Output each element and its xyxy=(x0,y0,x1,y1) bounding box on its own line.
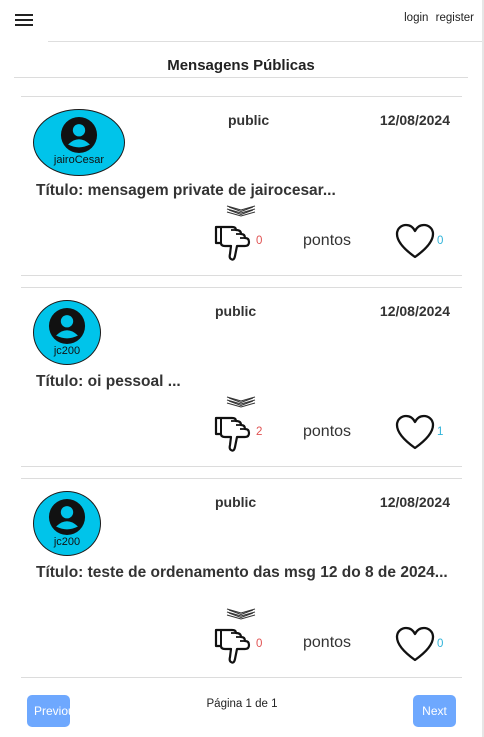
like-count: 0 xyxy=(437,638,444,650)
hamburger-menu-icon[interactable] xyxy=(15,11,33,27)
dislike-count: 2 xyxy=(256,426,263,438)
like-count: 1 xyxy=(437,426,444,438)
points-label: pontos xyxy=(303,423,352,440)
message-card: jairoCesar public 12/08/2024 Título: men… xyxy=(21,96,462,276)
chevron-expand-icon[interactable] xyxy=(225,204,257,218)
page-indicator: Página 1 de 1 xyxy=(206,698,278,710)
avatar[interactable]: jc200 xyxy=(33,491,101,556)
thumbs-down-icon[interactable] xyxy=(214,412,256,454)
chevron-expand-icon[interactable] xyxy=(225,395,257,409)
thumbs-down-icon[interactable] xyxy=(214,221,256,263)
points-label: pontos xyxy=(303,232,352,249)
register-link[interactable]: register xyxy=(436,12,474,24)
like-count: 0 xyxy=(437,235,444,247)
visibility-label: public xyxy=(215,494,257,510)
message-card: jc200 public 12/08/2024 Título: oi pesso… xyxy=(21,287,462,467)
page: login register Mensagens Públicas jairoC… xyxy=(0,0,484,737)
message-date: 12/08/2024 xyxy=(379,303,450,319)
next-button[interactable]: Next xyxy=(413,695,456,727)
avatar-username: jc200 xyxy=(53,536,81,548)
avatar[interactable]: jc200 xyxy=(33,300,101,365)
message-date: 12/08/2024 xyxy=(379,112,450,128)
chevron-expand-icon[interactable] xyxy=(225,607,257,621)
message-date: 12/08/2024 xyxy=(379,494,450,510)
message-card: jc200 public 12/08/2024 Título: teste de… xyxy=(21,478,462,678)
message-title[interactable]: Título: oi pessoal ... xyxy=(36,372,450,391)
avatar-username: jairoCesar xyxy=(53,154,105,166)
avatar-username: jc200 xyxy=(53,345,81,357)
message-title[interactable]: Título: mensagem private de jairocesar..… xyxy=(36,181,450,200)
dislike-count: 0 xyxy=(256,235,263,247)
header-divider xyxy=(48,41,482,42)
avatar[interactable]: jairoCesar xyxy=(33,109,125,176)
page-title: Mensagens Públicas xyxy=(167,57,315,74)
message-title[interactable]: Título: teste de ordenamento das msg 12 … xyxy=(36,563,450,582)
user-circle-icon xyxy=(48,307,86,345)
dislike-count: 0 xyxy=(256,638,263,650)
visibility-label: public xyxy=(228,112,270,128)
user-circle-icon xyxy=(48,498,86,536)
visibility-label: public xyxy=(215,303,257,319)
title-divider xyxy=(14,77,468,78)
points-label: pontos xyxy=(303,634,352,651)
user-circle-icon xyxy=(60,116,98,154)
login-link[interactable]: login xyxy=(404,12,428,24)
heart-icon[interactable] xyxy=(395,626,435,664)
thumbs-down-icon[interactable] xyxy=(214,624,256,666)
heart-icon[interactable] xyxy=(395,414,435,452)
top-nav: login register xyxy=(400,12,474,24)
heart-icon[interactable] xyxy=(395,223,435,261)
